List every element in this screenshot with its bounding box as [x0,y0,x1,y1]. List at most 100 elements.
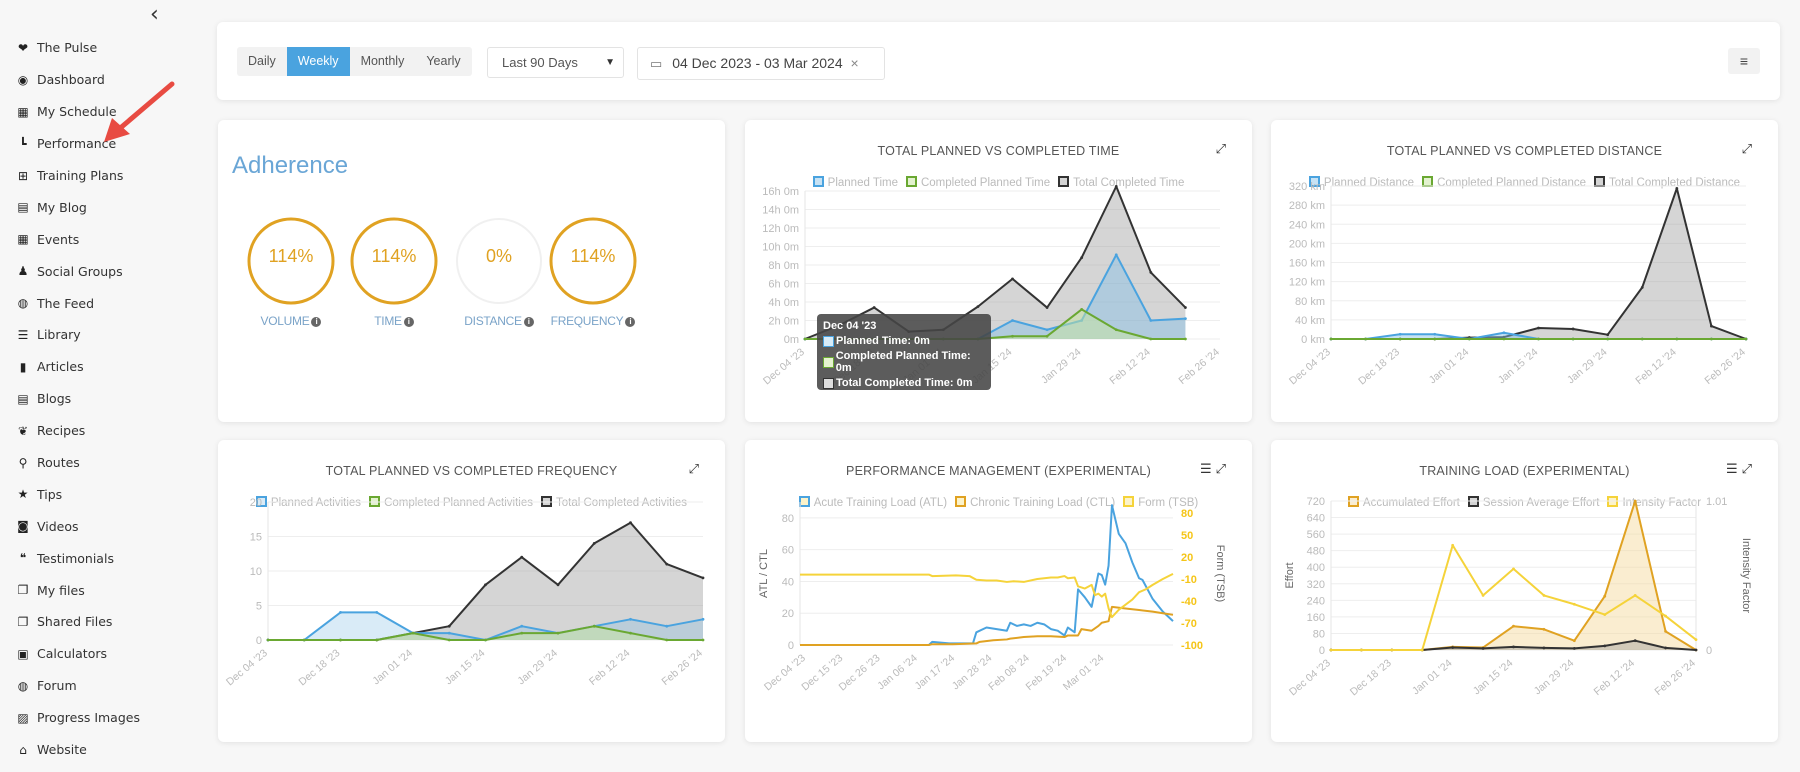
y-tick-label: 480 [1307,546,1325,558]
tooltip-swatch [823,356,834,368]
data-point [1114,184,1118,188]
data-point [1080,308,1084,311]
y2-tick-label: 0 [1706,645,1712,657]
data-point [1433,337,1437,341]
gauge-label-text: VOLUME [260,314,310,328]
sidebar-item-library[interactable]: ☰ Library [14,319,140,351]
sidebar-item-my-blog[interactable]: ▤ My Blog [14,191,140,223]
info-icon[interactable]: i [403,316,414,327]
data-point [629,617,632,621]
data-point [1184,306,1187,309]
sidebar-item-shared-files[interactable]: ❐ Shared Files [14,606,140,638]
sidebar-item-testimonials[interactable]: ❝ Testimonials [14,542,140,574]
sidebar-item-label: Progress Images [37,710,140,726]
data-point [1149,271,1153,274]
period-tab-monthly[interactable]: Monthly [350,47,416,76]
gauge-volume: 114% [246,216,336,306]
y-tick-label: 8h 0m [768,260,799,272]
data-point [484,638,487,642]
data-point [1542,646,1546,650]
sidebar-item-social-groups[interactable]: ♟ Social Groups [14,255,140,287]
sidebar-item-routes[interactable]: ⚲ Routes [14,447,140,479]
gauge-label-text: TIME [374,314,402,328]
period-tab-yearly[interactable]: Yearly [415,47,471,76]
x-tick-label: Jan 01 '24 [370,647,415,687]
data-point [1603,613,1607,616]
time-chart-card: TOTAL PLANNED VS COMPLETED TIME ⤢ Planned … [745,120,1252,422]
sidebar-item-forum[interactable]: ◍ Forum [14,670,140,702]
data-point [701,638,705,642]
clear-icon[interactable]: × [851,55,859,71]
chevron-left-icon[interactable]: ‹ [150,2,159,27]
info-icon[interactable]: i [625,316,636,327]
tooltip-title: Dec 04 '23 [823,320,877,332]
x-tick-label: Jan 06 '24 [875,652,920,692]
data-point [1542,594,1546,597]
data-point [665,638,669,642]
sidebar-item-recipes[interactable]: ❦ Recipes [14,415,140,447]
sidebar-item-articles[interactable]: ▮ Articles [14,351,140,383]
training-load-card: TRAINING LOAD (EXPERIMENTAL) ☰ ⤢ Accumulate… [1271,440,1778,742]
data-point [1080,256,1084,259]
sidebar-item-website[interactable]: ⌂ Website [14,734,140,766]
data-point [629,631,632,635]
data-point [1744,337,1748,341]
sidebar-item-training-plans[interactable]: ⊞ Training Plans [14,160,140,192]
data-point [629,521,632,525]
sidebar-item-label: Blogs [37,391,72,407]
y-tick-label: 15 [250,532,262,544]
data-point [1011,277,1014,281]
range-select[interactable]: Last 90 Days ▼ [487,47,624,78]
data-point [1606,333,1610,337]
sidebar-item-label: Social Groups [37,263,123,279]
sidebar-item-events[interactable]: ▦ Events [14,223,140,255]
data-point [1640,285,1644,289]
data-point [1571,337,1575,341]
x-tick-label: Dec 04 '23 [1287,346,1333,387]
sidebar: ‹ ❤ The Pulse ◉ Dashboard ▦ My Schedule ┗ Perfo… [0,0,178,772]
range-select-value: Last 90 Days [502,55,578,70]
sidebar-item-label: Dashboard [37,72,105,88]
data-point [1451,543,1455,547]
y-tick-label: 320 [1307,579,1325,591]
sidebar-item-progress-images[interactable]: ▨ Progress Images [14,702,140,734]
period-tab-weekly[interactable]: Weekly [286,47,350,76]
sidebar-item-blogs[interactable]: ▤ Blogs [14,383,140,415]
sidebar-item-label: Articles [37,359,84,375]
x-tick-label: Jan 29 '24 [1565,346,1610,386]
sidebar-item-the-feed[interactable]: ◍ The Feed [14,287,140,319]
y-tick-label: 14h 0m [762,205,799,217]
data-point [447,624,451,628]
data-point [1675,186,1679,190]
period-tab-daily[interactable]: Daily [237,47,287,76]
info-icon[interactable]: i [311,316,322,327]
data-point [1390,648,1394,652]
users-icon: ♟ [17,264,29,279]
sidebar-item-label: Events [37,231,80,247]
tooltip-text: Planned Time: 0m [836,335,930,347]
data-point [1114,328,1118,332]
sidebar-item-the-pulse[interactable]: ❤ The Pulse [14,32,140,64]
gauge-time: 114% [349,216,439,306]
sidebar-item-tips[interactable]: ★ Tips [14,478,140,510]
data-point [1481,594,1485,597]
data-point [1537,326,1540,330]
data-point [872,306,876,309]
sidebar-item-label: The Pulse [37,40,98,56]
date-range-input[interactable]: ▭ 04 Dec 2023 - 03 Mar 2024 × [637,47,885,80]
grid-icon: ⊞ [17,168,29,183]
sidebar-item-videos[interactable]: ◙ Videos [14,510,140,542]
y2-tick-label: 50 [1181,530,1193,542]
data-point [1675,337,1679,341]
performance-management-card: PERFORMANCE MANAGEMENT (EXPERIMENTAL) ☰ ⤢ A… [745,440,1252,742]
data-point [1603,644,1607,648]
data-point [1664,629,1667,633]
menu-icon[interactable]: ≡ [1728,48,1760,74]
x-tick-label: Feb 26 '24 [659,647,705,688]
heartbeat-icon: ❤ [17,40,29,55]
y-tick-label: 240 [1307,595,1325,607]
data-point [1710,337,1713,341]
x-tick-label: Jan 01 '24 [1410,657,1455,697]
sidebar-item-my-files[interactable]: ❐ My files [14,574,140,606]
sidebar-item-calculators[interactable]: ▣ Calculators [14,638,140,670]
